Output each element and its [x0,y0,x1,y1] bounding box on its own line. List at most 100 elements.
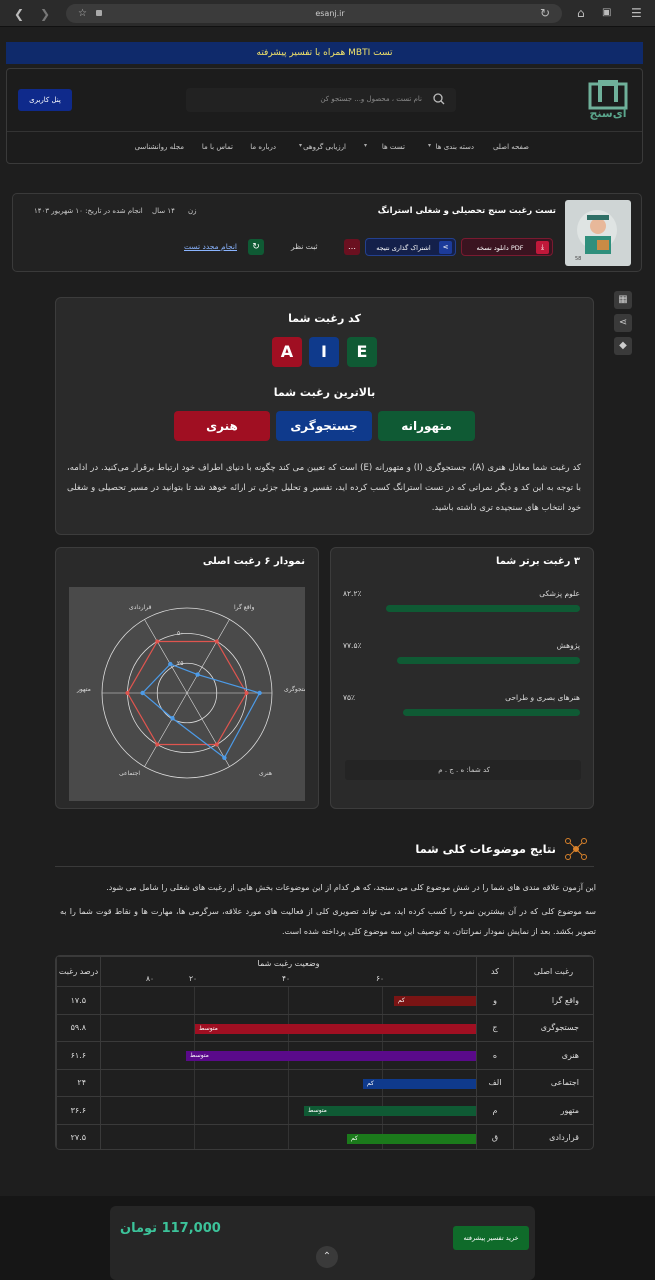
radar-ring-label: ۲۵ [177,660,183,667]
radar-ref-point [214,742,219,747]
top3-value: ۸۲.۲٪ [343,589,362,598]
share-icon: ⋖ [439,241,452,254]
comment-icon[interactable]: … [344,239,360,255]
bookmark-star-icon[interactable]: ☆ [78,8,87,20]
code-letter-a: A [272,337,302,367]
row-bar: کم [363,1078,476,1089]
radar-ring-label: ۵۰ [177,630,183,637]
tabs-icon[interactable]: ▣ [602,7,611,19]
scale-tick: ۶۰ [376,974,385,983]
row-percent: ۱۷.۵ [56,986,101,1015]
grid-icon[interactable]: ▦ [614,291,632,309]
row-code: م [476,1096,514,1125]
test-date: انجام شده در تاریخ: ۱۰ شهریور ۱۴۰۳ [34,207,143,215]
row-bar: کم [347,1133,476,1144]
pdf-icon: ⤓ [536,241,549,254]
table-row: متهور م متوسط ۳۶.۶ [56,1096,593,1125]
radar-user-series [141,663,261,759]
top-interest-title: بالاترین رغبت شما [273,386,376,399]
table-row: هنری ه متوسط ۶۱.۶ [56,1041,593,1070]
share-icon[interactable]: ⋖ [614,314,632,332]
nav-home[interactable]: صفحه اصلی [493,143,529,151]
thumbnail-badge: 58 [575,256,582,262]
row-status-cell: متوسط [100,1096,477,1125]
scale-tick: ۸۰ [145,974,154,983]
chevron-down-icon: ▾ [364,142,368,149]
reload-icon[interactable]: ↻ [540,7,550,19]
radar-chart-area: قراردادی واقع گرا جستجوگری هنری اجتماعی متهور… [69,587,313,801]
radar-axis-label: اجتماعی [119,770,140,777]
row-bar: متوسط [186,1051,476,1061]
download-label: دانلود نسخه PDF [476,244,524,252]
radar-chart: قراردادی واقع گرا جستجوگری هنری اجتماعی متهور… [76,603,313,779]
chevron-down-icon: ▾ [299,142,303,149]
test-title: تست رغبت سنج تحصیلی و شغلی استرانگ [377,206,556,216]
nav-categories[interactable]: دسته بندی ها [436,143,474,151]
row-code: ق [476,1123,514,1149]
row-interest: متهور [513,1096,593,1125]
top3-value: ۷۷.۵٪ [343,641,362,650]
logo-text: ای‌سنج [589,107,627,120]
radar-point [170,716,175,721]
scale-tick: ۴۰ [282,974,291,983]
search-input[interactable]: نام تست ، محصول و... جستجو کن [200,95,422,103]
molecule-icon [565,838,587,860]
row-percent: ۳۶.۶ [56,1096,101,1125]
code-letter-e: E [347,337,377,367]
top3-label: هنرهای بصری و طراحی [505,693,580,702]
nav-group-assessment[interactable]: ارزیابی گروهی [303,143,346,151]
row-interest: جستجوگری [513,1013,593,1042]
url-text: esanj.ir [315,9,345,18]
back-icon[interactable]: ❮ [14,8,24,20]
redo-test-link[interactable]: انجام مجدد تست [184,242,237,251]
table-row: جستجوگری ج متوسط ۵۹.۸ [56,1013,593,1042]
top3-bar [403,709,580,716]
row-status-cell: کم [100,986,477,1015]
buy-advanced-report-button[interactable]: خرید تفسیر پیشرفته [453,1226,529,1250]
radar-point [168,661,173,667]
radar-axis-label: واقع گرا [234,603,254,611]
radar-ref-point [155,639,160,644]
menu-icon[interactable]: ☰ [631,7,642,19]
table-row: واقع گرا و کم ۱۷.۵ [56,986,593,1015]
nav-about[interactable]: درباره ما [250,143,276,151]
divider [55,866,594,867]
row-bar: متوسط [195,1023,476,1034]
scroll-top-icon[interactable]: ⌃ [316,1246,338,1268]
nav-magazine[interactable]: مجله روانشناسی [135,143,184,151]
promo-banner[interactable]: تست MBTI همراه با تفسیر پیشرفته [6,42,643,64]
radar-axis-label: جستجوگری [284,685,305,693]
row-percent: ۲۴ [56,1068,101,1097]
radar-axis-label: هنری [259,770,272,777]
row-percent: ۶۱.۶ [56,1041,101,1070]
home-icon[interactable]: ⌂ [577,7,585,19]
share-result-button[interactable]: ⋖ اشتراک گذاری نتیجه [365,238,456,256]
row-interest: واقع گرا [513,986,593,1015]
row-interest: هنری [513,1041,593,1070]
top3-label: علوم پزشکی [539,589,580,598]
user-panel-button[interactable]: پنل کاربری [18,89,72,111]
top3-value: ۷۵٪ [343,693,356,702]
top-interest-investigative: جستجوگری [276,411,372,441]
top3-label: پژوهش [556,641,580,650]
radar-axis-label: قراردادی [129,604,152,611]
radar-point [257,690,262,696]
top-interest-enterprising: متهورانه [378,411,475,441]
download-pdf-button[interactable]: ⤓ دانلود نسخه PDF [461,238,553,256]
share-label: اشتراک گذاری نتیجه [376,244,431,252]
header-status-label: وضعیت رغبت شما [257,959,320,968]
search-icon[interactable] [433,93,445,105]
nav-contact[interactable]: تماس با ما [202,143,233,151]
nav-tests[interactable]: تست ها [382,143,405,151]
your-code-label: کد شما: ه . ج . م [438,766,490,774]
submit-review-link[interactable]: ثبت نظر [291,242,317,251]
forward-icon[interactable]: ❯ [40,8,50,20]
interest-code-title: کد رغبت شما [288,312,361,325]
row-percent: ۲۷.۵ [56,1123,101,1149]
code-letter-i: I [309,337,339,367]
row-code: ه [476,1041,514,1070]
redo-icon[interactable]: ↻ [248,239,264,255]
row-code: الف [476,1068,514,1097]
top-interest-artistic: هنری [174,411,270,441]
tag-icon[interactable]: ◆ [614,337,632,355]
